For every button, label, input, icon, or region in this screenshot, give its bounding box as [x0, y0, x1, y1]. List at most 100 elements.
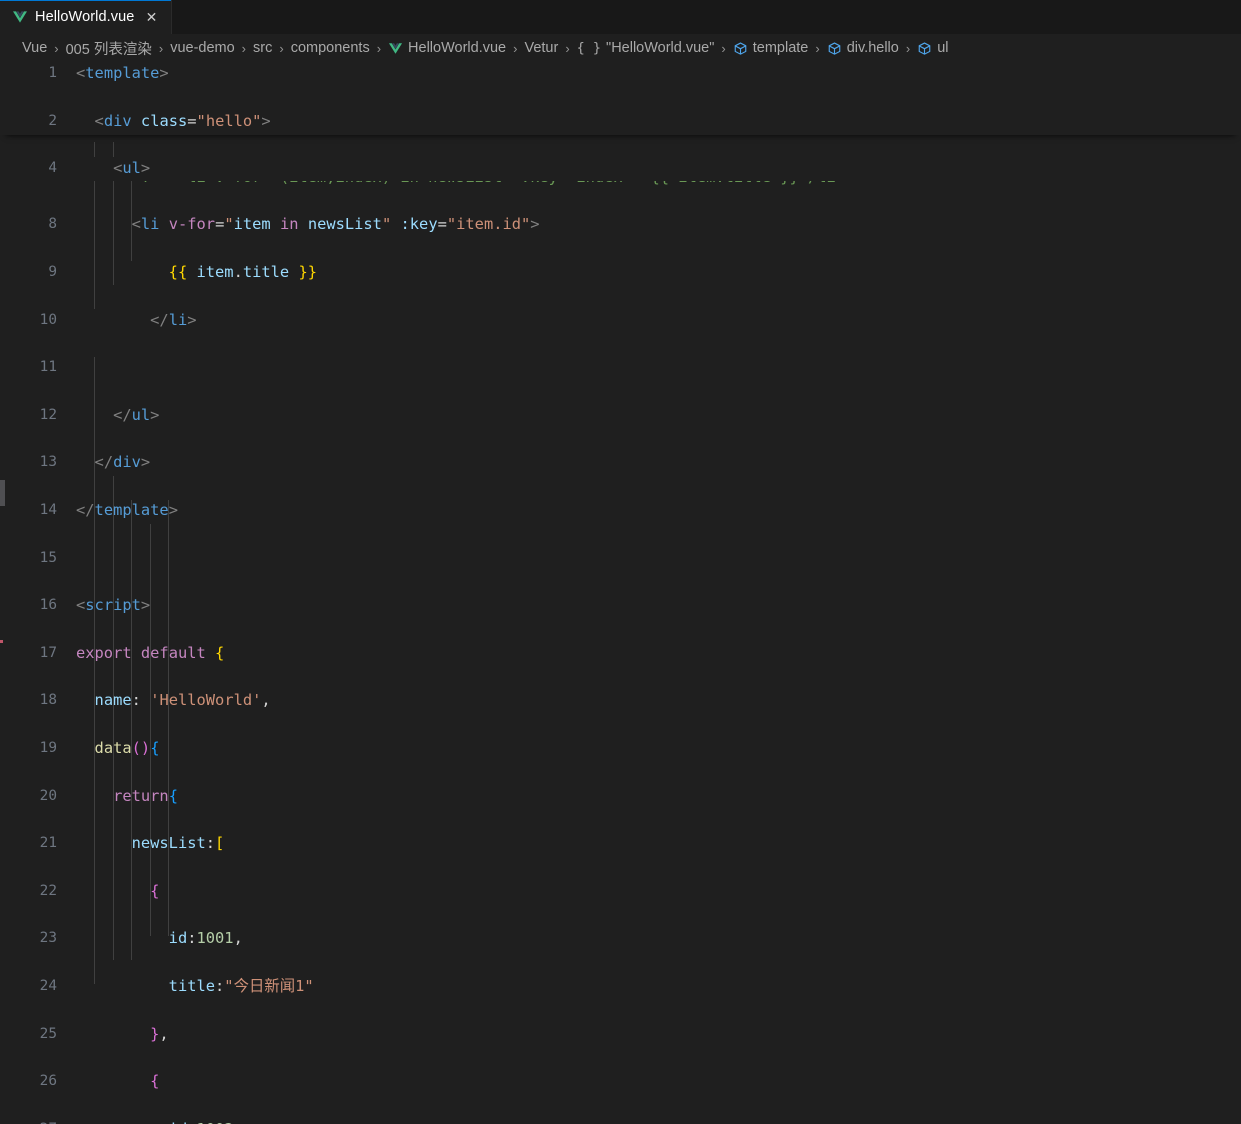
code-line[interactable]: 26 {	[0, 1070, 1241, 1094]
code-line[interactable]: 8 <li v-for="item in newsList" :key="ite…	[0, 213, 1241, 237]
code-line[interactable]: 22 {	[0, 880, 1241, 904]
code-line[interactable]: 19 data(){	[0, 737, 1241, 761]
code-token: :	[131, 691, 141, 710]
breadcrumb-item-div-hello[interactable]: div.hello	[827, 40, 899, 56]
line-number: 23	[39, 930, 57, 947]
sticky-scroll-line[interactable]: 4 <ul>	[0, 157, 1241, 181]
code-token: {{	[168, 262, 188, 281]
breadcrumb-item-vue-demo[interactable]: vue-demo	[170, 40, 234, 56]
code-line[interactable]: 24 title:"今日新闻1"	[0, 975, 1241, 999]
line-content: newsList:[	[76, 832, 225, 856]
code-line[interactable]: 18 name: 'HelloWorld',	[0, 689, 1241, 713]
breadcrumb-item-label: div.hello	[846, 40, 899, 56]
breadcrumb-item-src[interactable]: src	[253, 40, 272, 56]
code-token: {	[150, 881, 160, 900]
code-line[interactable]: 15	[0, 547, 1241, 571]
code-token: ul	[122, 159, 141, 178]
code-line[interactable]: 11	[0, 356, 1241, 380]
line-number: 18	[39, 692, 57, 709]
code-line[interactable]: 13 </div>	[0, 451, 1241, 475]
code-line[interactable]: 25 },	[0, 1023, 1241, 1047]
vue-file-icon	[13, 11, 27, 23]
code-token: :	[187, 929, 197, 948]
line-number: 27	[0, 1118, 57, 1124]
code-token: </	[113, 405, 132, 424]
code-token: >	[261, 111, 271, 130]
code-token: data	[94, 738, 132, 757]
code-token: "今日新闻1"	[224, 976, 314, 995]
line-content: return{	[76, 785, 178, 809]
code-token: :	[187, 1120, 196, 1124]
code-token: >	[150, 405, 160, 424]
code-token: in	[279, 215, 299, 234]
breadcrumb-item-005[interactable]: 005 列表渲染	[66, 38, 152, 59]
code-line[interactable]: 17 export default {	[0, 642, 1241, 666]
line-number: 25	[39, 1025, 57, 1042]
code-token: ,	[261, 691, 271, 710]
code-line[interactable]: 27 id:1002,	[0, 1118, 1241, 1124]
breadcrumb-separator: ›	[376, 40, 382, 56]
code-token: newsList	[307, 215, 382, 234]
code-token: :key	[400, 215, 438, 234]
breadcrumb-separator: ›	[54, 40, 59, 56]
line-number: 1	[48, 65, 57, 81]
line-number: 24	[39, 977, 57, 994]
code-token: title	[242, 262, 290, 281]
code-token: </	[150, 310, 169, 329]
code-token: export	[76, 643, 132, 662]
breadcrumb-item-components[interactable]: components	[291, 40, 370, 56]
line-number: 2	[48, 112, 57, 129]
editor-tab-helloworld-vue[interactable]: HelloWorld.vue ✕	[0, 0, 173, 34]
breadcrumb-item-template[interactable]: template	[733, 40, 808, 56]
sticky-scroll-widget[interactable]: 1 <template> 2 <div class="hello"> 4 <ul>	[0, 62, 1241, 181]
code-token: >	[140, 453, 151, 472]
code-token: {	[150, 1072, 160, 1091]
code-token: >	[187, 310, 197, 329]
sticky-scroll-line[interactable]: 2 <div class="hello">	[0, 109, 1241, 134]
code-line[interactable]: 9 {{ item.title }}	[0, 261, 1241, 285]
code-line[interactable]: 21 newsList:[	[0, 832, 1241, 856]
code-token: "item.id"	[446, 215, 531, 234]
breadcrumb-item-helloworld-vue[interactable]: { } "HelloWorld.vue"	[577, 40, 715, 56]
code-line[interactable]: 14 </template>	[0, 499, 1241, 523]
code-editor[interactable]: 6 <!-- 列表渲染使用 v-for指令 ，需要配置 key -->7 <!-…	[0, 62, 1241, 1124]
breadcrumb-item-ul[interactable]: ul	[917, 40, 948, 56]
code-line[interactable]: 20 return{	[0, 785, 1241, 809]
code-token: >	[140, 596, 151, 615]
code-line[interactable]: 12 </ul>	[0, 404, 1241, 428]
line-number: 17	[39, 644, 57, 661]
code-token: template	[85, 64, 160, 82]
overview-ruler-mark	[0, 640, 3, 643]
code-line[interactable]: 10 </li>	[0, 309, 1241, 333]
line-content: <div class="hello">	[76, 110, 271, 134]
breadcrumb-item-label: Vue	[22, 40, 48, 56]
symbol-module-icon	[918, 41, 931, 55]
code-token: item	[233, 215, 271, 234]
line-content: <script>	[76, 594, 150, 618]
line-content: title:"今日新闻1"	[76, 975, 314, 999]
line-number: 14	[39, 501, 57, 518]
breadcrumb-item-vetur[interactable]: Vetur	[524, 40, 558, 56]
breadcrumb-item-vue[interactable]: Vue	[22, 40, 47, 56]
vertical-scrollbar[interactable]	[0, 0, 5, 1124]
code-line[interactable]: 16 <script>	[0, 594, 1241, 618]
code-token: {	[215, 643, 225, 662]
sticky-scroll-line[interactable]: 1 <template>	[0, 62, 1241, 86]
code-line[interactable]: 23 id:1001,	[0, 927, 1241, 951]
scrollbar-thumb[interactable]	[0, 480, 5, 506]
close-icon[interactable]: ✕	[141, 7, 161, 27]
breadcrumb-item-helloworld-vue[interactable]: HelloWorld.vue	[388, 40, 506, 56]
code-token: [	[215, 834, 225, 853]
line-content: export default {	[76, 642, 224, 666]
code-token: <	[113, 159, 123, 178]
